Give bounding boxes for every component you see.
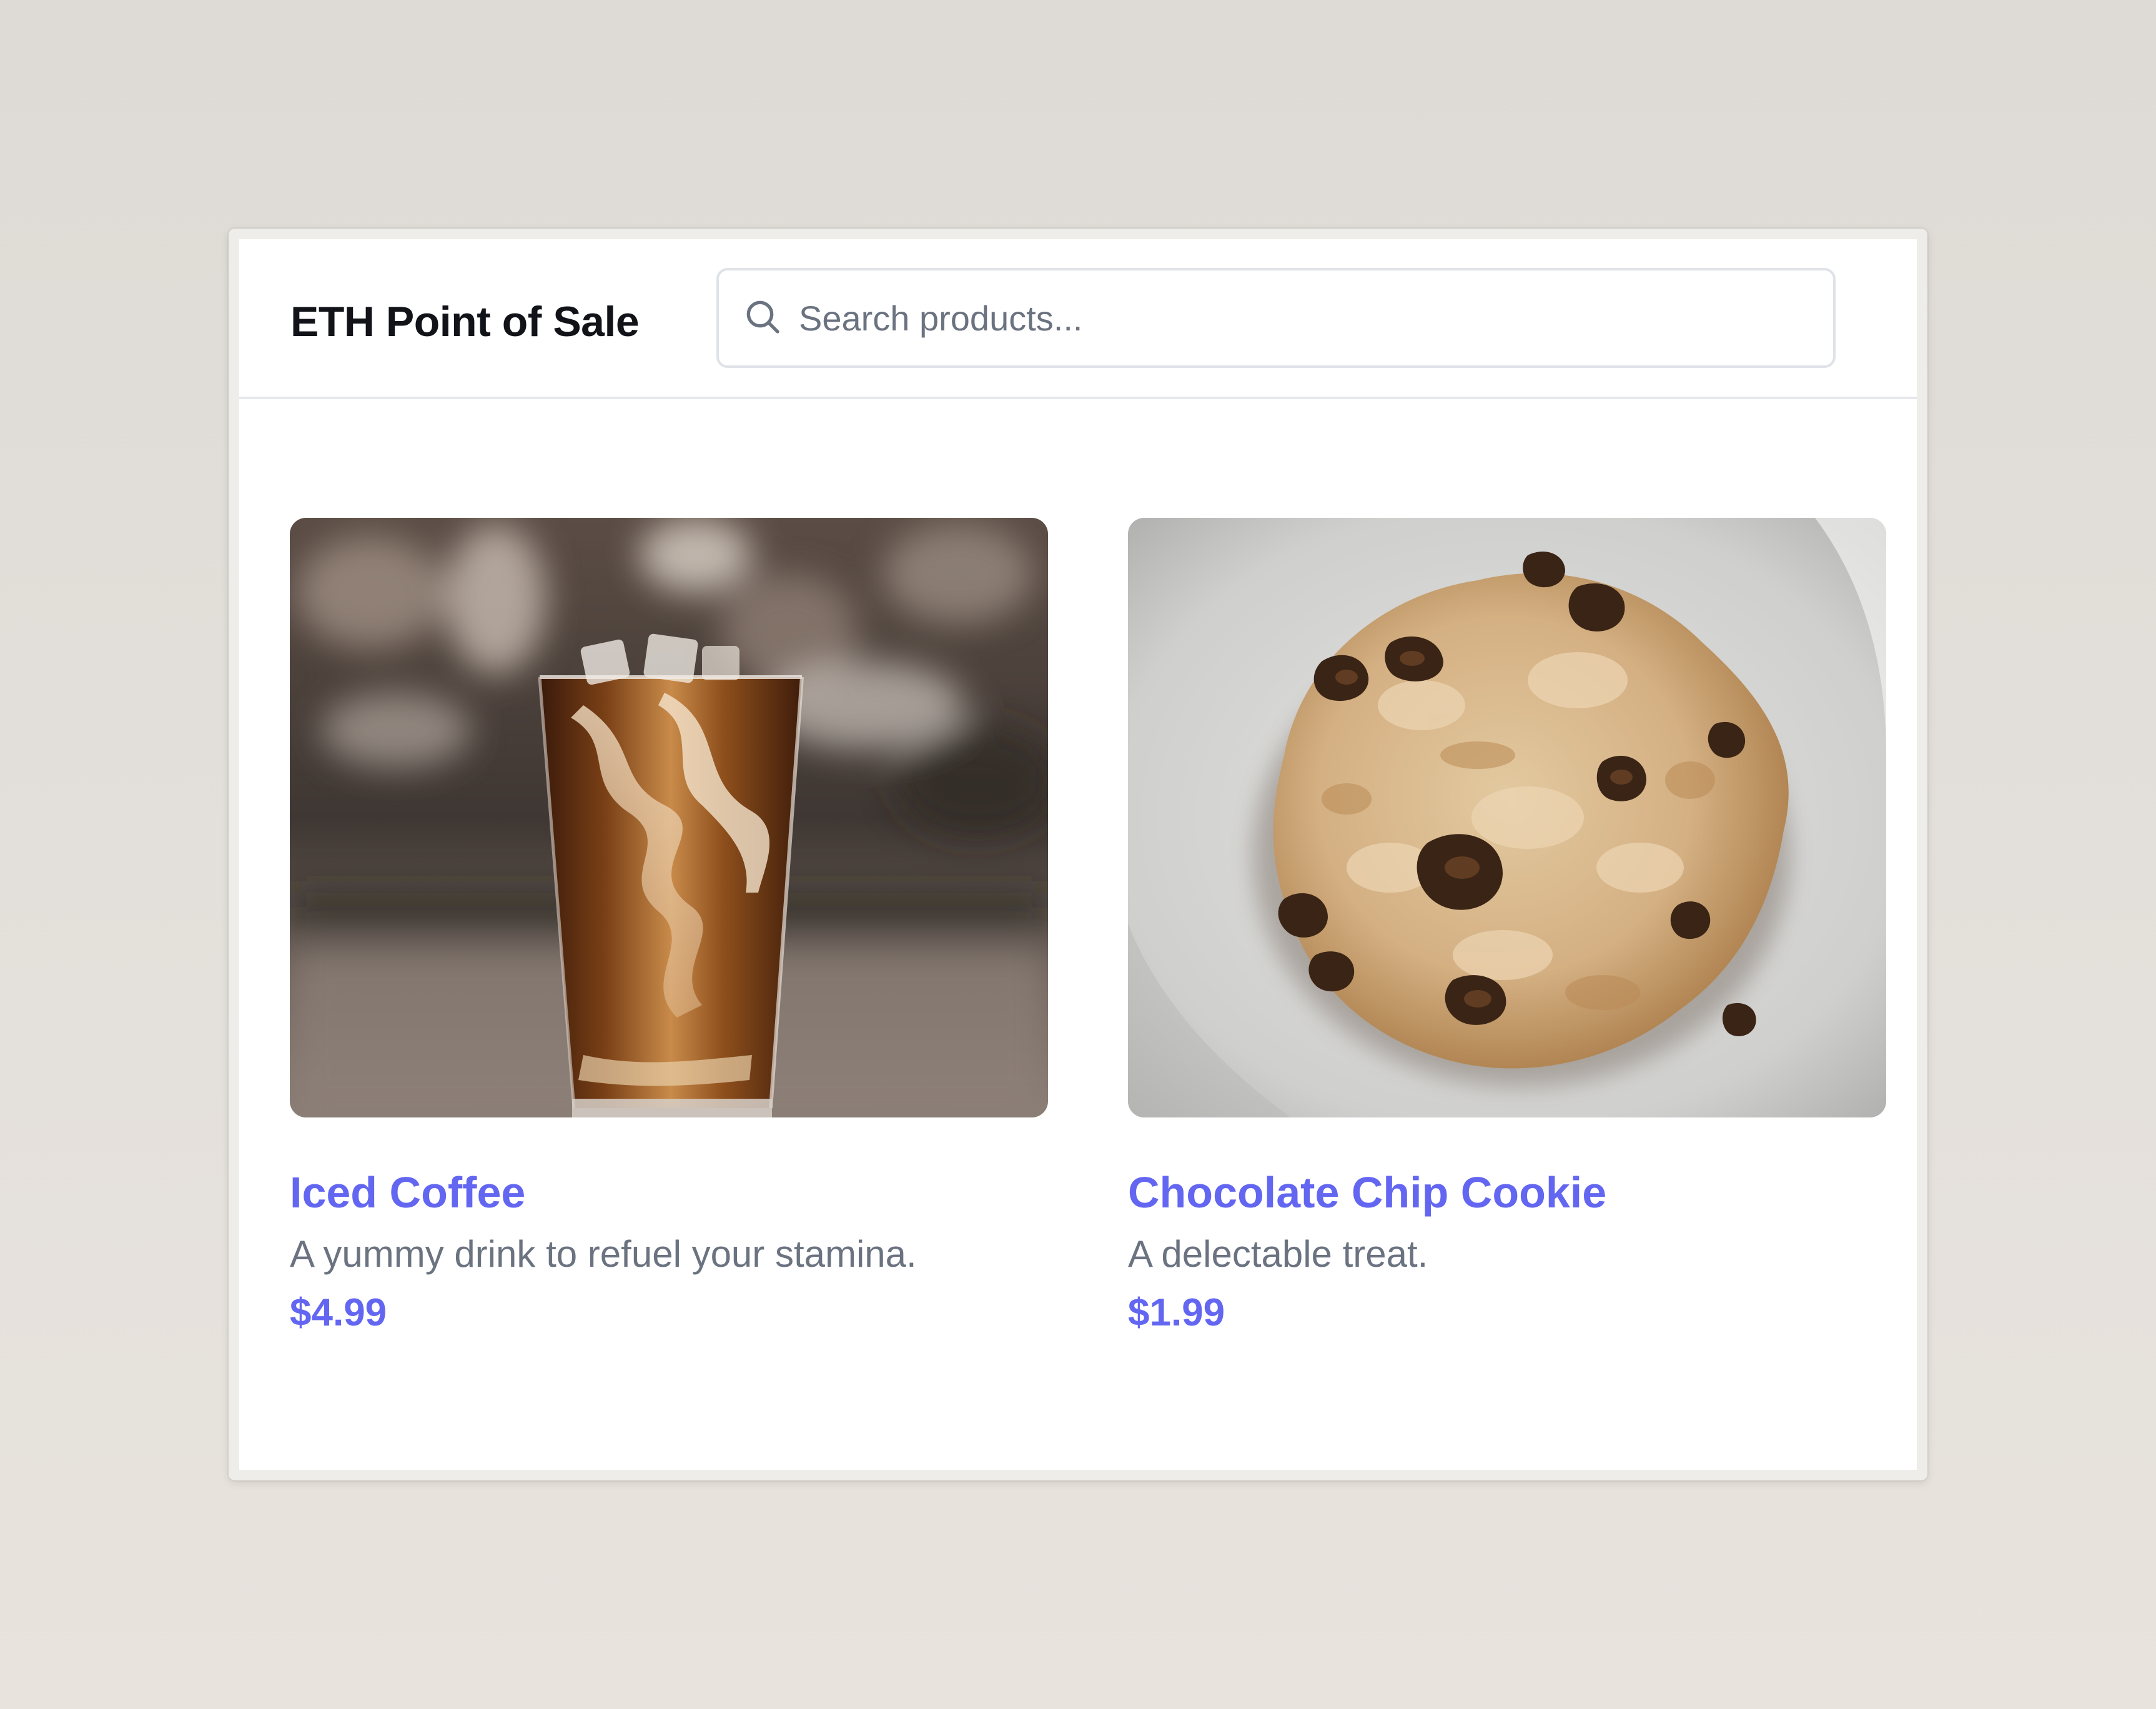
product-card-iced-coffee[interactable]: Iced Coffee A yummy drink to refuel your… bbox=[290, 518, 1048, 1335]
app-title: ETH Point of Sale bbox=[290, 298, 640, 345]
product-price: $4.99 bbox=[290, 1291, 387, 1334]
product-name[interactable]: Chocolate Chip Cookie bbox=[1128, 1167, 1886, 1217]
product-card-chocolate-chip-cookie[interactable]: Chocolate Chip Cookie A delectable treat… bbox=[1128, 518, 1886, 1335]
header: ETH Point of Sale bbox=[239, 239, 1917, 399]
iced-coffee-image[interactable] bbox=[290, 518, 1048, 1117]
product-description: A yummy drink to refuel your stamina. bbox=[290, 1233, 917, 1275]
search-input[interactable] bbox=[799, 270, 1814, 365]
product-price: $1.99 bbox=[1128, 1291, 1225, 1334]
chocolate-chip-cookie-image[interactable] bbox=[1128, 518, 1886, 1117]
product-description: A delectable treat. bbox=[1128, 1233, 1428, 1275]
search-box[interactable] bbox=[716, 268, 1836, 368]
search-icon bbox=[746, 300, 779, 334]
app-window: ETH Point of Sale Search products... Ice… bbox=[229, 229, 1927, 1480]
product-name[interactable]: Iced Coffee bbox=[290, 1167, 1048, 1217]
